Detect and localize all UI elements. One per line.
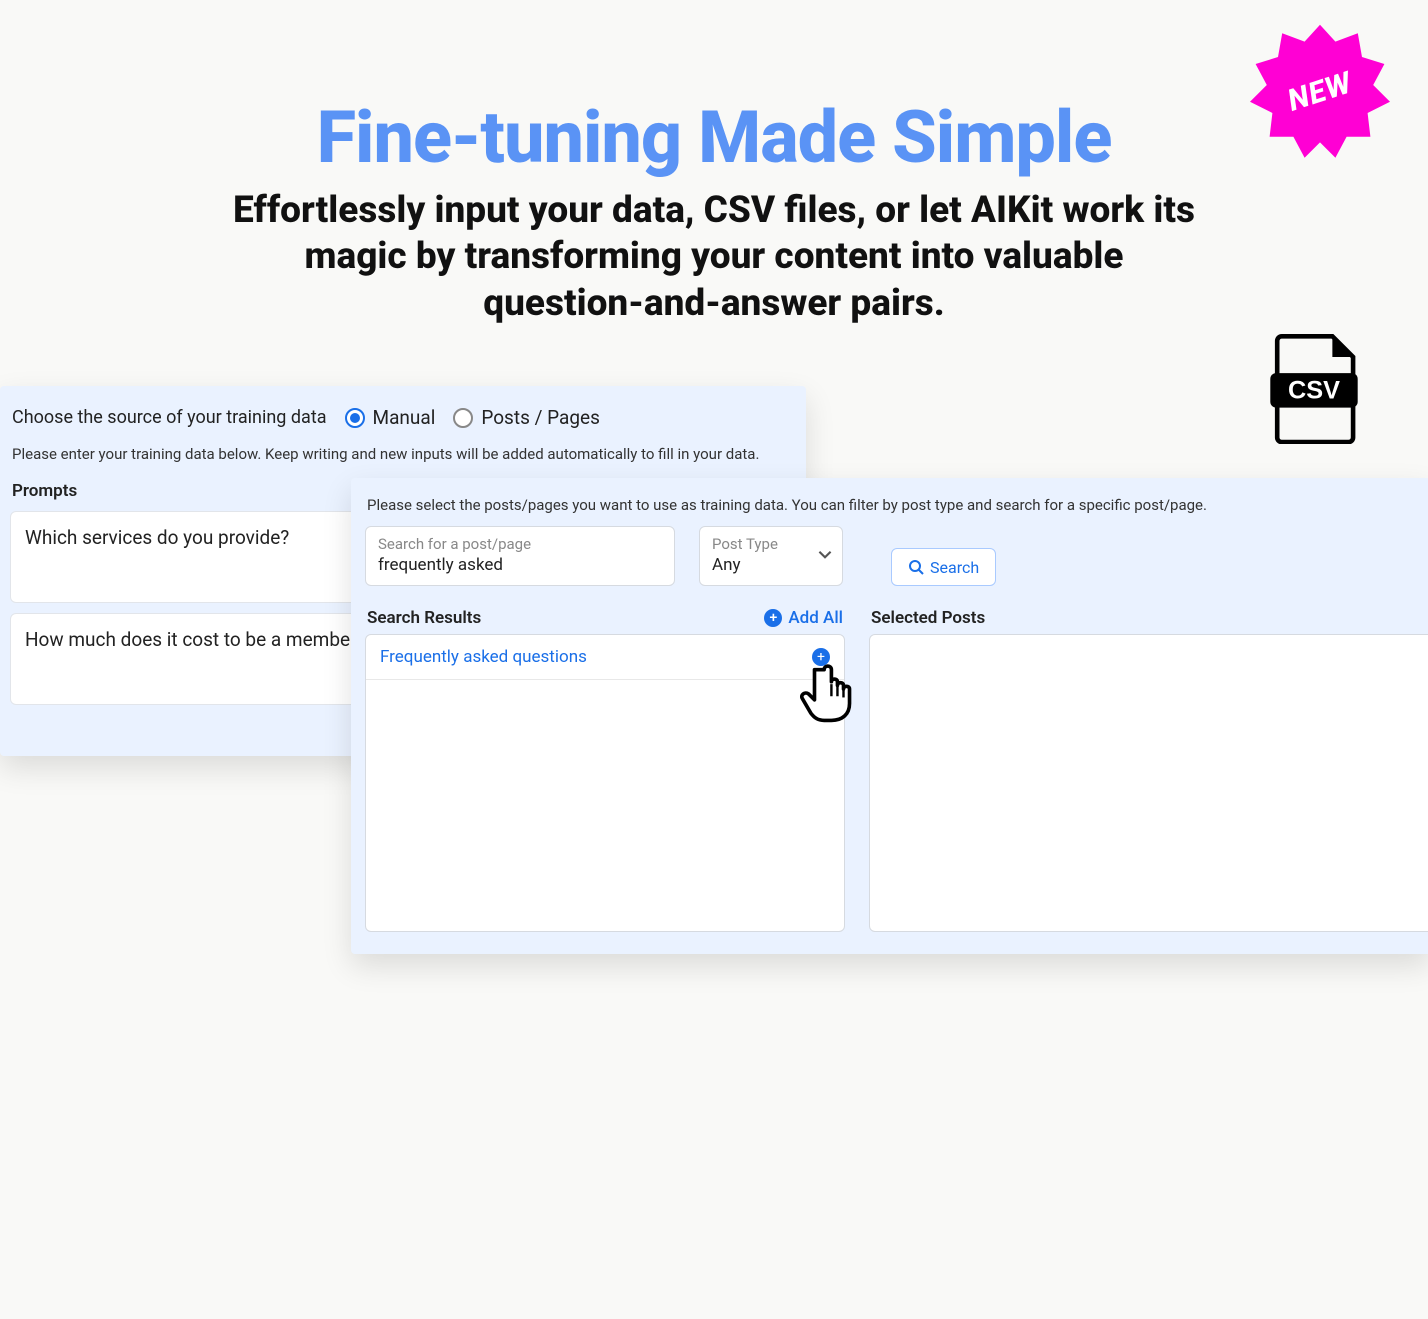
- add-all-button[interactable]: + Add All: [764, 608, 843, 628]
- posts-source-panel: Please select the posts/pages you want t…: [351, 478, 1428, 954]
- page-subtitle: Effortlessly input your data, CSV files,…: [224, 188, 1204, 327]
- radio-icon: [345, 408, 365, 428]
- selected-posts-list: [869, 634, 1428, 932]
- post-type-select[interactable]: Post Type Any: [699, 526, 843, 586]
- post-type-value: Any: [712, 555, 830, 575]
- add-all-label: Add All: [788, 608, 843, 628]
- svg-text:CSV: CSV: [1288, 376, 1340, 404]
- page-title: Fine-tuning Made Simple: [0, 95, 1428, 180]
- csv-file-icon: CSV: [1268, 334, 1360, 438]
- search-input[interactable]: Search for a post/page frequently asked: [365, 526, 675, 586]
- plus-circle-icon: +: [764, 609, 782, 627]
- radio-icon: [453, 408, 473, 428]
- result-item-title: Frequently asked questions: [380, 647, 587, 667]
- search-icon: [908, 559, 924, 575]
- chevron-down-icon: [818, 547, 832, 566]
- post-type-label: Post Type: [712, 535, 830, 553]
- radio-manual-label: Manual: [373, 406, 436, 429]
- result-item[interactable]: Frequently asked questions +: [366, 635, 844, 680]
- manual-helper-text: Please enter your training data below. K…: [10, 443, 796, 481]
- search-results-heading: Search Results: [367, 608, 481, 628]
- search-button-label: Search: [930, 558, 979, 577]
- search-results-list: Frequently asked questions +: [365, 634, 845, 932]
- source-label: Choose the source of your training data: [12, 407, 327, 428]
- posts-helper-text: Please select the posts/pages you want t…: [365, 494, 1417, 526]
- radio-manual[interactable]: Manual: [345, 406, 436, 429]
- selected-posts-heading: Selected Posts: [871, 608, 985, 628]
- search-input-placeholder: Search for a post/page: [378, 535, 662, 553]
- cursor-hand-icon: [800, 660, 858, 722]
- radio-posts-pages[interactable]: Posts / Pages: [453, 406, 600, 429]
- search-button[interactable]: Search: [891, 548, 996, 586]
- search-input-value: frequently asked: [378, 555, 662, 575]
- radio-posts-label: Posts / Pages: [481, 406, 600, 429]
- new-badge: NEW: [1250, 22, 1390, 162]
